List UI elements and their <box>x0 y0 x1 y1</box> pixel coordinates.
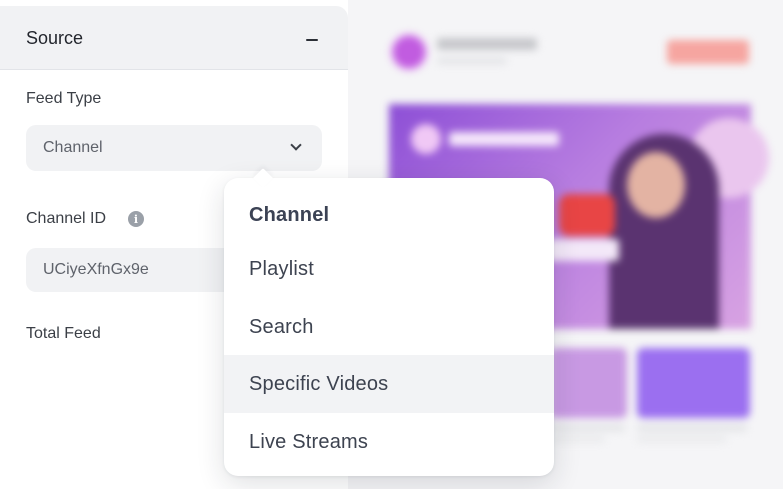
preview-logo <box>411 124 441 154</box>
source-panel-header[interactable]: Source <box>0 6 348 70</box>
chevron-down-icon <box>290 139 302 151</box>
channel-id-label: Channel ID <box>26 210 107 227</box>
preview-hero-title <box>449 132 559 146</box>
source-panel-title: Source <box>26 28 84 48</box>
feed-type-option-specific-videos[interactable]: Specific Videos <box>224 355 554 413</box>
preview-video-thumbnail <box>550 348 627 418</box>
preview-video-thumbnail <box>637 348 750 418</box>
preview-video-title <box>550 425 625 431</box>
preview-video-meta <box>550 436 605 442</box>
preview-channel-avatar <box>390 33 428 71</box>
play-icon <box>559 194 615 236</box>
feed-type-option-playlist[interactable]: Playlist <box>224 240 554 298</box>
feed-type-label: Feed Type <box>26 90 102 107</box>
feed-type-selected-value: Channel <box>43 139 103 156</box>
preview-subscribe-button <box>667 40 749 64</box>
preview-video-meta <box>637 436 727 442</box>
collapse-button[interactable] <box>298 26 326 54</box>
feed-type-option-search[interactable]: Search <box>224 298 554 356</box>
info-icon[interactable]: i <box>128 211 144 227</box>
preview-channel-subtitle <box>437 58 507 64</box>
feed-type-option-live-streams[interactable]: Live Streams <box>224 413 554 471</box>
feed-type-select[interactable]: Channel <box>26 125 322 171</box>
preview-video-title <box>637 425 747 431</box>
preview-person-face <box>627 152 685 218</box>
minus-icon <box>306 39 318 41</box>
feed-type-option-channel[interactable]: Channel <box>224 186 554 244</box>
total-feed-label: Total Feed <box>26 325 101 342</box>
feed-type-dropdown-menu: Channel Playlist Search Specific Videos … <box>224 168 554 476</box>
preview-channel-name <box>437 38 537 50</box>
